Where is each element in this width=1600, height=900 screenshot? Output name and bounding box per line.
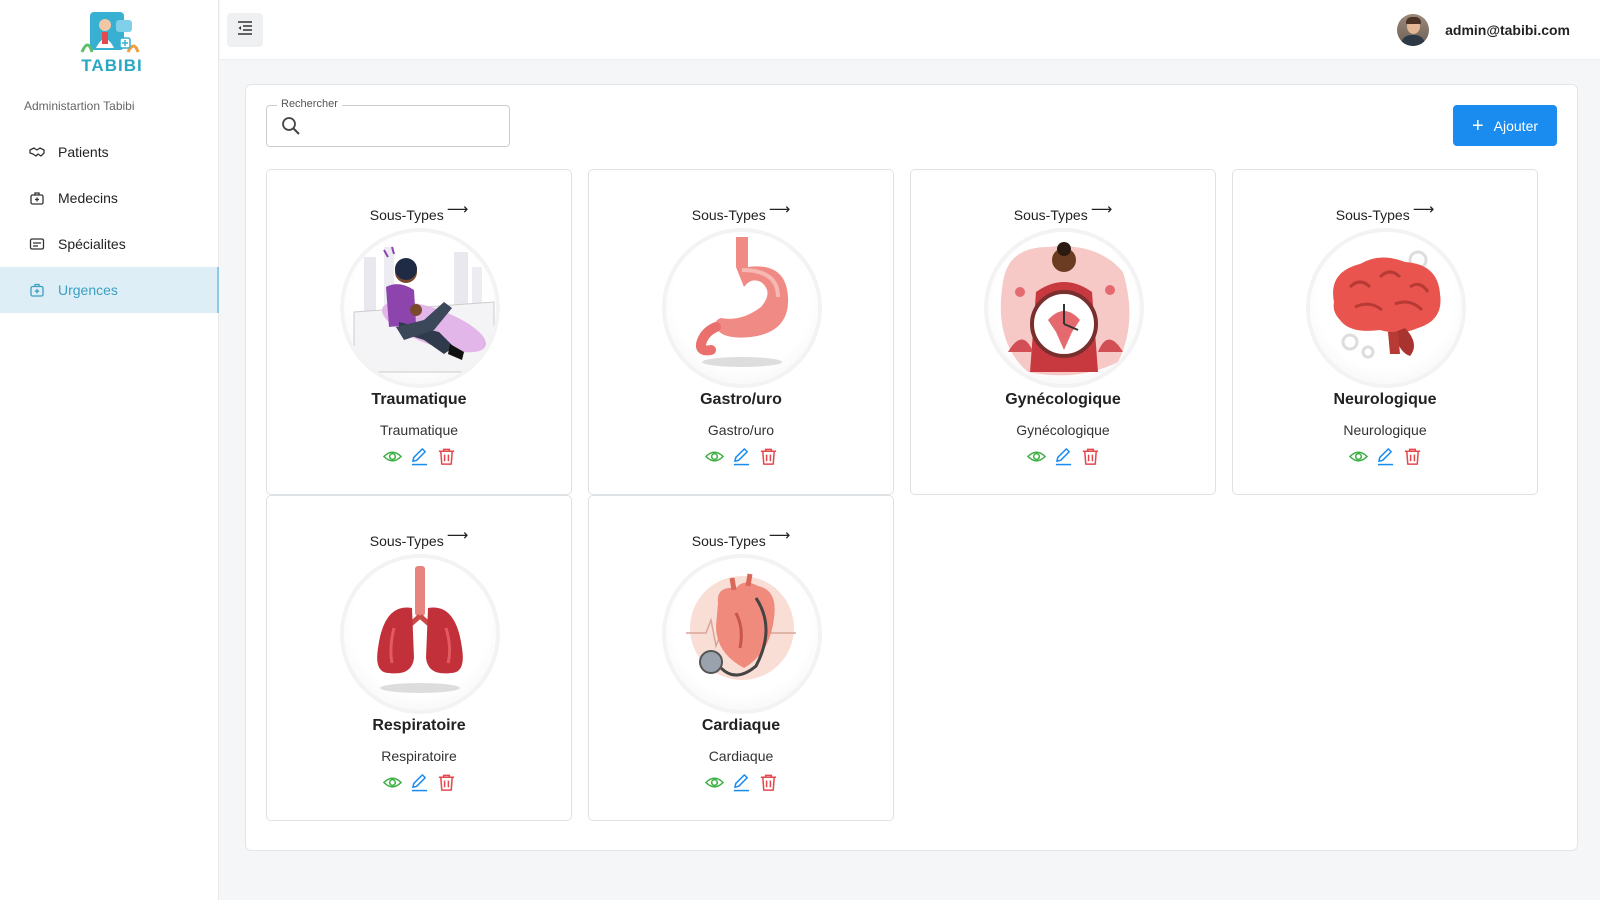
sidebar-item-specialites[interactable]: Spécialites bbox=[0, 221, 219, 267]
sous-types-label: Sous-Types bbox=[691, 533, 766, 549]
card-actions bbox=[911, 447, 1215, 466]
delete-icon[interactable] bbox=[1403, 447, 1422, 466]
sous-types-label: Sous-Types bbox=[369, 207, 444, 223]
card-actions bbox=[589, 447, 893, 466]
sous-types-link[interactable]: Sous-Types ⟶ bbox=[911, 200, 1215, 223]
sous-types-link[interactable]: Sous-Types ⟶ bbox=[589, 200, 893, 223]
sous-types-link[interactable]: Sous-Types ⟶ bbox=[589, 526, 893, 549]
card-subtitle: Respiratoire bbox=[381, 748, 457, 764]
sidebar-item-label: Urgences bbox=[58, 282, 118, 298]
arrow-right-icon: ⟶ bbox=[1412, 201, 1435, 218]
main-panel: Rechercher + Ajouter Sous-Types ⟶ Trauma… bbox=[245, 84, 1578, 851]
sous-types-link[interactable]: Sous-Types ⟶ bbox=[267, 200, 571, 223]
view-icon[interactable] bbox=[704, 773, 724, 792]
search-icon bbox=[281, 116, 301, 141]
arrow-right-icon: ⟶ bbox=[768, 527, 791, 544]
delete-icon[interactable] bbox=[759, 773, 778, 792]
heart-stethoscope-illustration bbox=[666, 558, 818, 710]
urgence-card: Sous-Types ⟶ Gynécologique Gynécologique bbox=[910, 169, 1216, 495]
menu-toggle-button[interactable] bbox=[227, 13, 263, 47]
first-aid-icon bbox=[28, 281, 46, 299]
urgence-card: Sous-Types ⟶ Neurologique Neurologique bbox=[1232, 169, 1538, 495]
urgence-card: Sous-Types ⟶ Cardiaque Cardiaque bbox=[588, 495, 894, 821]
arrow-right-icon: ⟶ bbox=[446, 201, 469, 218]
add-button-label: Ajouter bbox=[1493, 117, 1539, 134]
card-subtitle: Gynécologique bbox=[1016, 422, 1110, 438]
arrow-right-icon: ⟶ bbox=[768, 201, 791, 218]
delete-icon[interactable] bbox=[759, 447, 778, 466]
sidebar-item-label: Spécialites bbox=[58, 236, 126, 252]
card-actions bbox=[589, 773, 893, 792]
arrow-right-icon: ⟶ bbox=[446, 527, 469, 544]
user-menu[interactable]: admin@tabibi.com bbox=[1397, 14, 1570, 46]
card-title: Respiratoire bbox=[372, 717, 466, 734]
arrow-right-icon: ⟶ bbox=[1090, 201, 1113, 218]
user-email: admin@tabibi.com bbox=[1445, 22, 1570, 38]
sous-types-link[interactable]: Sous-Types ⟶ bbox=[1233, 200, 1537, 223]
sidebar-item-label: Medecins bbox=[58, 190, 118, 206]
sidebar-item-label: Patients bbox=[58, 144, 109, 160]
card-actions bbox=[1233, 447, 1537, 466]
woman-uterus-clock-illustration bbox=[988, 232, 1140, 384]
plus-icon: + bbox=[1471, 114, 1484, 137]
urgence-card: Sous-Types ⟶ Gastro/uro Gastro/uro bbox=[588, 169, 894, 495]
menu-collapse-icon bbox=[237, 20, 253, 40]
admin-label: Administartion Tabibi bbox=[24, 99, 135, 113]
card-subtitle: Gastro/uro bbox=[707, 422, 775, 438]
search-field[interactable]: Rechercher bbox=[266, 98, 510, 147]
view-icon[interactable] bbox=[704, 447, 724, 466]
urgence-card: Sous-Types ⟶ Traumatique Traumatique bbox=[266, 169, 572, 495]
list-icon bbox=[28, 235, 46, 253]
card-title: Gynécologique bbox=[1005, 391, 1121, 408]
logo-text: TABIBI bbox=[81, 56, 143, 75]
sous-types-label: Sous-Types bbox=[369, 533, 444, 549]
sidebar-item-patients[interactable]: Patients bbox=[0, 129, 219, 175]
handshake-icon bbox=[28, 143, 46, 161]
top-bar: admin@tabibi.com bbox=[220, 0, 1600, 60]
sidebar-item-medecins[interactable]: Medecins bbox=[0, 175, 219, 221]
sous-types-label: Sous-Types bbox=[1013, 207, 1088, 223]
card-title: Traumatique bbox=[371, 391, 467, 408]
brain-illustration bbox=[1310, 232, 1462, 384]
edit-icon[interactable] bbox=[410, 447, 429, 466]
edit-icon[interactable] bbox=[1054, 447, 1073, 466]
view-icon[interactable] bbox=[1026, 447, 1046, 466]
delete-icon[interactable] bbox=[1081, 447, 1100, 466]
card-subtitle: Cardiaque bbox=[708, 748, 774, 764]
stomach-illustration bbox=[666, 232, 818, 384]
card-subtitle: Traumatique bbox=[379, 422, 459, 438]
view-icon[interactable] bbox=[1348, 447, 1368, 466]
sidebar-nav: Patients Medecins Spécialites Urgences bbox=[0, 129, 219, 313]
sidebar: TABIBI Administartion Tabibi Patients Me… bbox=[0, 0, 219, 900]
lungs-illustration bbox=[344, 558, 496, 710]
delete-icon[interactable] bbox=[437, 773, 456, 792]
card-actions bbox=[267, 447, 571, 466]
sidebar-item-urgences[interactable]: Urgences bbox=[0, 267, 219, 313]
view-icon[interactable] bbox=[382, 773, 402, 792]
urgence-card: Sous-Types ⟶ Respiratoire Respiratoire bbox=[266, 495, 572, 821]
card-title: Gastro/uro bbox=[700, 391, 782, 408]
sous-types-link[interactable]: Sous-Types ⟶ bbox=[267, 526, 571, 549]
sous-types-label: Sous-Types bbox=[691, 207, 766, 223]
card-title: Cardiaque bbox=[701, 717, 781, 734]
edit-icon[interactable] bbox=[732, 447, 751, 466]
add-button[interactable]: + Ajouter bbox=[1453, 105, 1557, 146]
card-subtitle: Neurologique bbox=[1343, 422, 1427, 438]
view-icon[interactable] bbox=[382, 447, 402, 466]
sous-types-label: Sous-Types bbox=[1335, 207, 1410, 223]
search-label: Rechercher bbox=[277, 98, 342, 110]
delete-icon[interactable] bbox=[437, 447, 456, 466]
card-actions bbox=[267, 773, 571, 792]
edit-icon[interactable] bbox=[410, 773, 429, 792]
search-input[interactable] bbox=[309, 114, 499, 138]
avatar[interactable] bbox=[1397, 14, 1430, 46]
injured-person-illustration bbox=[344, 232, 496, 384]
medical-bag-icon bbox=[28, 189, 46, 207]
edit-icon[interactable] bbox=[1376, 447, 1395, 466]
edit-icon[interactable] bbox=[732, 773, 751, 792]
card-title: Neurologique bbox=[1333, 391, 1437, 408]
